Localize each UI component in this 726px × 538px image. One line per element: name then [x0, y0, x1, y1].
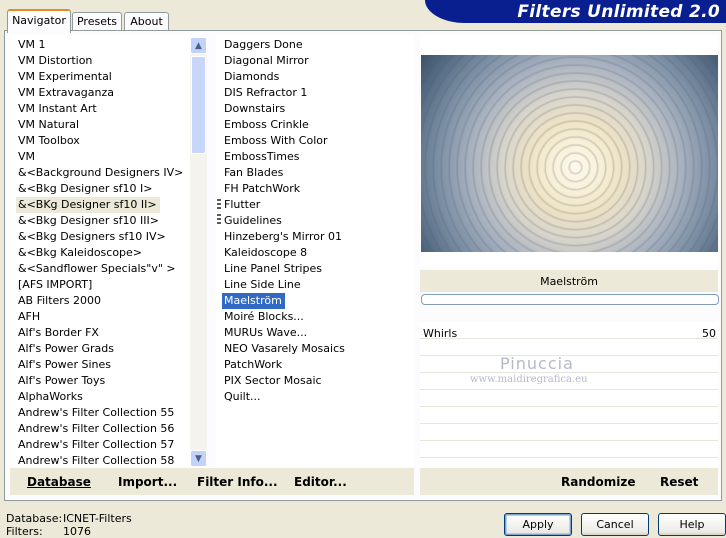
parameter-row[interactable]	[420, 322, 718, 339]
category-list-item[interactable]: VM 1	[18, 37, 46, 53]
filters-count-value: 1076	[63, 525, 91, 538]
filter-list-item[interactable]: FH PatchWork	[224, 181, 300, 197]
category-list-item[interactable]: &<Bkg Designer sf10 I>	[18, 181, 153, 197]
filter-list[interactable]: Daggers Done Diagonal Mirror Diamonds DIS R…	[216, 35, 414, 467]
filters-count-label: Filters:	[6, 525, 43, 538]
tab-presets[interactable]: Presets	[72, 12, 122, 31]
apply-button[interactable]: Apply	[504, 513, 572, 536]
app-title: Filters Unlimited 2.0	[517, 2, 720, 22]
category-list-item[interactable]: Andrew's Filter Collection 55	[18, 405, 174, 421]
randomize-button[interactable]: Randomize	[561, 468, 635, 496]
chevron-up-icon: ▲	[195, 40, 202, 51]
category-list-item[interactable]: Alf's Power Toys	[18, 373, 105, 389]
filter-list-item[interactable]: Diagonal Mirror	[224, 53, 309, 69]
parameter-row-empty	[420, 441, 718, 458]
filter-list-item[interactable]: PatchWork	[224, 357, 282, 373]
category-list-item[interactable]: VM Instant Art	[18, 101, 97, 117]
category-list-item[interactable]: &<Bkg Kaleidoscope>	[18, 245, 142, 261]
category-list-item[interactable]: VM Extravaganza	[18, 85, 114, 101]
parameter-panel	[420, 322, 718, 468]
import-button[interactable]: Import...	[118, 468, 177, 496]
editor-button[interactable]: Editor...	[294, 468, 347, 496]
tab-navigator[interactable]: Navigator	[7, 9, 71, 33]
category-list-item[interactable]: VM	[18, 149, 35, 165]
database-button[interactable]: Database	[27, 468, 91, 496]
filter-list-item[interactable]: NEO Vasarely Mosaics	[224, 341, 345, 357]
parameter-row-empty	[420, 407, 718, 424]
category-list-item[interactable]: &<Sandflower Specials"v" >	[18, 261, 176, 277]
category-list-item[interactable]: Alf's Border FX	[18, 325, 99, 341]
category-list-item[interactable]: &<Bkg Designers sf10 IV>	[18, 229, 166, 245]
filter-list-item[interactable]: PIX Sector Mosaic	[224, 373, 322, 389]
filter-list-item[interactable]: DIS Refractor 1	[224, 85, 307, 101]
category-list-item[interactable]: Alf's Power Grads	[18, 341, 114, 357]
category-list-item[interactable]: AlphaWorks	[18, 389, 83, 405]
category-list-item[interactable]: VM Distortion	[18, 53, 92, 69]
filter-list-item[interactable]: Flutter	[224, 197, 260, 213]
category-list-item[interactable]: &<Bkg Designer sf10 III>	[18, 213, 159, 229]
filter-list-item[interactable]: Hinzeberg's Mirror 01	[224, 229, 342, 245]
scroll-thumb[interactable]	[191, 56, 206, 154]
filter-list-item[interactable]: Maelström	[222, 293, 285, 309]
filter-info-button[interactable]: Filter Info...	[197, 468, 278, 496]
database-value: ICNET-Filters	[63, 512, 132, 525]
filter-list-item[interactable]: Downstairs	[224, 101, 285, 117]
category-list-item[interactable]: Andrew's Filter Collection 57	[18, 437, 174, 453]
category-list-item[interactable]: AB Filters 2000	[18, 293, 101, 309]
category-list-item[interactable]: VM Experimental	[18, 69, 112, 85]
tab-about[interactable]: About	[124, 12, 169, 31]
category-list-item[interactable]: VM Natural	[18, 117, 79, 133]
param-whirls-value[interactable]: 50	[690, 327, 716, 340]
scroll-up-button[interactable]: ▲	[190, 37, 207, 54]
category-list-item[interactable]: Andrew's Filter Collection 56	[18, 421, 174, 437]
param-whirls-label: Whirls	[423, 327, 458, 340]
parameter-row-empty	[420, 424, 718, 441]
cancel-button[interactable]: Cancel	[581, 513, 649, 536]
reset-button[interactable]: Reset	[660, 468, 698, 496]
category-scrollbar[interactable]: ▲ ▼	[190, 37, 207, 467]
parameter-row-empty	[420, 390, 718, 407]
watermark-url: www.maidiregrafica.eu	[470, 374, 588, 385]
filter-list-item[interactable]: Moiré Blocks...	[224, 309, 304, 325]
filter-list-item[interactable]: Line Side Line	[224, 277, 301, 293]
category-list-item[interactable]: Alf's Power Sines	[18, 357, 111, 373]
category-list-item[interactable]: AFH	[18, 309, 40, 325]
filter-list-item[interactable]: Line Panel Stripes	[224, 261, 322, 277]
chevron-down-icon: ▼	[195, 453, 202, 464]
guidelines-grip-icon	[217, 214, 221, 226]
filter-name-label: Maelström	[420, 270, 718, 292]
category-list-item[interactable]: &<Background Designers IV>	[18, 165, 183, 181]
category-list-item[interactable]: Andrew's Filter Collection 58	[18, 453, 174, 467]
filter-list-item[interactable]: Guidelines	[224, 213, 282, 229]
filter-list-item[interactable]: Diamonds	[224, 69, 279, 85]
progress-bar	[421, 294, 719, 305]
filter-list-item[interactable]: Fan Blades	[224, 165, 283, 181]
filter-list-item[interactable]: Emboss With Color	[224, 133, 328, 149]
preview-image	[421, 55, 718, 252]
filter-list-item[interactable]: Quilt...	[224, 389, 261, 405]
filter-list-item[interactable]: Daggers Done	[224, 37, 303, 53]
category-list-item[interactable]: VM Toolbox	[18, 133, 80, 149]
filter-list-item[interactable]: Kaleidoscope 8	[224, 245, 307, 261]
watermark-name: Pinuccia	[500, 354, 574, 373]
filter-list-item[interactable]: MURUs Wave...	[224, 325, 307, 341]
flutter-grip-icon	[217, 199, 221, 211]
filter-list-item[interactable]: EmbossTimes	[224, 149, 300, 165]
help-button[interactable]: Help	[658, 513, 726, 536]
category-list[interactable]: VM 1 VM Distortion VM Experimental VM Extra…	[10, 35, 190, 467]
database-label: Database:	[6, 512, 63, 525]
category-list-item[interactable]: &<BKg Designer sf10 II>	[16, 197, 160, 213]
scroll-down-button[interactable]: ▼	[190, 450, 207, 467]
filter-list-item[interactable]: Emboss Crinkle	[224, 117, 309, 133]
category-list-item[interactable]: [AFS IMPORT]	[18, 277, 92, 293]
